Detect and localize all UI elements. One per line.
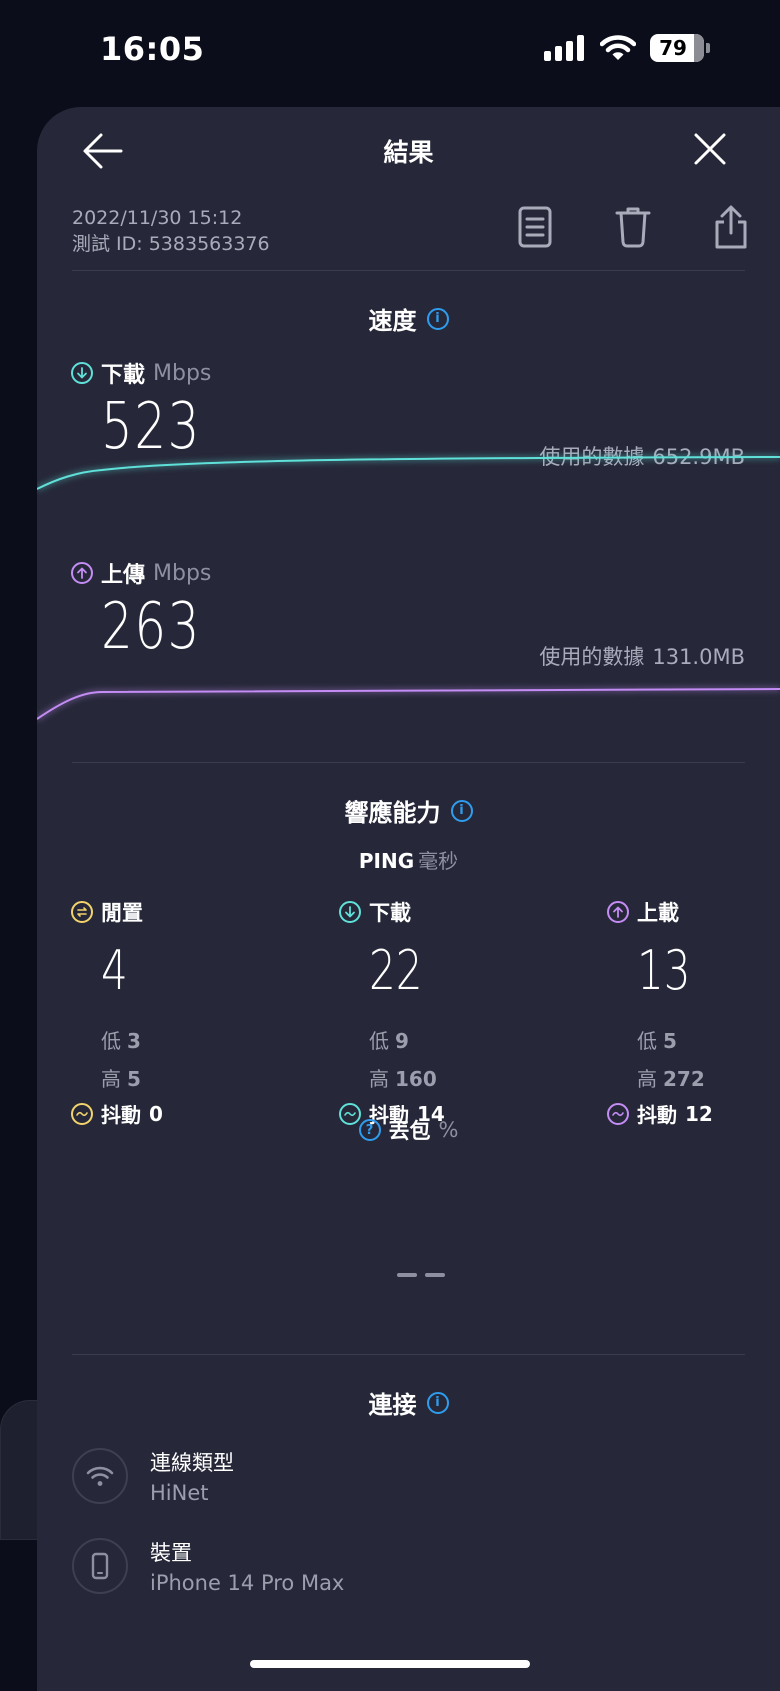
packet-loss-title: ? 丟包 % [37, 1115, 780, 1145]
download-low: 低9 [369, 1025, 409, 1054]
idle-ping-value: 4 [101, 939, 128, 1002]
connection-type-item: 連線類型 HiNet [72, 1447, 234, 1505]
divider [72, 1354, 745, 1355]
connection-type-label: 連線類型 [150, 1451, 234, 1475]
download-arrow-icon [339, 901, 361, 923]
download-low-value: 9 [395, 1029, 409, 1053]
device-item: 裝置 iPhone 14 Pro Max [72, 1537, 344, 1595]
upload-graph [37, 686, 780, 722]
signal-icon [544, 35, 584, 61]
download-ping-value: 22 [369, 939, 423, 1002]
ping-unit: 毫秒 [418, 849, 459, 873]
upload-ping-label: 上載 [637, 901, 679, 925]
ping-label: PING 毫秒 [37, 845, 780, 874]
details-button[interactable] [486, 202, 584, 252]
battery-icon: 79 [650, 34, 704, 62]
connection-type-value: HiNet [150, 1481, 209, 1505]
divider [72, 762, 745, 763]
connection-section-title: 連接 i [37, 1385, 780, 1420]
status-icons: 79 [544, 34, 710, 62]
download-high: 高 160 [369, 1063, 437, 1092]
share-icon [715, 205, 747, 249]
upload-high-value: 272 [663, 1067, 705, 1091]
upload-low: 低5 [637, 1025, 677, 1054]
download-low-label: 低 [369, 1029, 389, 1053]
divider [72, 270, 745, 271]
ping-title: PING [358, 849, 415, 873]
idle-high-label: 高 [101, 1067, 121, 1091]
home-indicator[interactable] [250, 1660, 530, 1668]
test-datetime: 2022/11/30 15:12 [72, 207, 243, 229]
upload-label: 上傳 Mbps [71, 557, 211, 589]
background-card [0, 1400, 40, 1540]
test-id: 測試 ID: 5383563376 [72, 233, 270, 255]
test-meta: 2022/11/30 15:12 測試 ID: 5383563376 [72, 205, 270, 257]
upload-unit: Mbps [153, 560, 212, 586]
device-label: 裝置 [150, 1541, 192, 1565]
idle-icon [71, 901, 93, 923]
speed-section-title: 速度 i [37, 301, 780, 336]
idle-high: 高5 [101, 1063, 141, 1092]
trash-icon [615, 207, 651, 248]
upload-used-label: 使用的數據 [539, 645, 645, 669]
share-button[interactable] [682, 202, 780, 252]
page-title: 結果 [383, 138, 434, 167]
responsiveness-section-title: 響應能力 i [37, 793, 780, 828]
close-icon [694, 133, 726, 165]
upload-high-label: 高 [637, 1067, 657, 1091]
document-icon [518, 206, 552, 248]
question-icon[interactable]: ? [358, 1119, 381, 1141]
upload-arrow-icon [71, 562, 93, 584]
idle-low: 低3 [101, 1025, 141, 1054]
idle-low-label: 低 [101, 1029, 121, 1053]
result-actions [486, 202, 780, 252]
download-ping-label: 下載 [369, 901, 411, 925]
idle-low-value: 3 [127, 1029, 141, 1053]
connection-info-icon[interactable]: i [426, 1391, 449, 1414]
ping-upload: 上載 13 低5 高 272 抖動 12 [607, 897, 780, 1217]
results-sheet: 結果 2022/11/30 15:12 測試 ID: 5383563376 速度… [37, 107, 780, 1691]
upload-value: 263 [101, 590, 201, 664]
close-button[interactable] [690, 129, 730, 169]
download-arrow-icon [71, 362, 93, 384]
upload-arrow-icon [607, 901, 629, 923]
upload-high: 高 272 [637, 1063, 705, 1092]
idle-high-value: 5 [127, 1067, 141, 1091]
wifi-status-icon [600, 35, 636, 60]
upload-name: 上傳 [101, 563, 146, 588]
battery-tip [706, 43, 710, 53]
idle-label: 閒置 [101, 901, 143, 925]
responsiveness-title: 響應能力 [344, 799, 441, 827]
ping-idle: 閒置 4 低3 高5 抖動 0 [71, 897, 271, 1217]
download-line [37, 456, 780, 490]
device-value: iPhone 14 Pro Max [150, 1571, 345, 1595]
download-name: 下載 [101, 363, 146, 388]
battery-level: 79 [659, 36, 687, 60]
upload-used-value: 131.0MB [652, 645, 745, 669]
connection-title: 連接 [368, 1391, 417, 1419]
download-high-value: 160 [395, 1067, 437, 1091]
packet-loss-value [397, 1273, 445, 1277]
status-bar: 16:05 79 [0, 0, 780, 104]
download-high-label: 高 [369, 1067, 389, 1091]
download-graph [37, 454, 780, 492]
download-label: 下載 Mbps [71, 357, 211, 389]
speed-info-icon[interactable]: i [426, 307, 449, 330]
delete-button[interactable] [584, 202, 682, 252]
wifi-icon [72, 1448, 128, 1504]
download-unit: Mbps [153, 360, 212, 386]
speed-title: 速度 [368, 307, 417, 335]
upload-ping-value: 13 [637, 939, 691, 1002]
packet-loss-unit: % [438, 1118, 459, 1142]
packet-loss-label: 丟包 [388, 1119, 431, 1143]
ping-download: 下載 22 低9 高 160 抖動 14 [339, 897, 539, 1217]
upload-low-value: 5 [663, 1029, 677, 1053]
status-time: 16:05 [100, 30, 205, 68]
header: 結果 [37, 107, 780, 187]
responsiveness-info-icon[interactable]: i [450, 799, 473, 822]
upload-low-label: 低 [637, 1029, 657, 1053]
phone-icon [72, 1538, 128, 1594]
